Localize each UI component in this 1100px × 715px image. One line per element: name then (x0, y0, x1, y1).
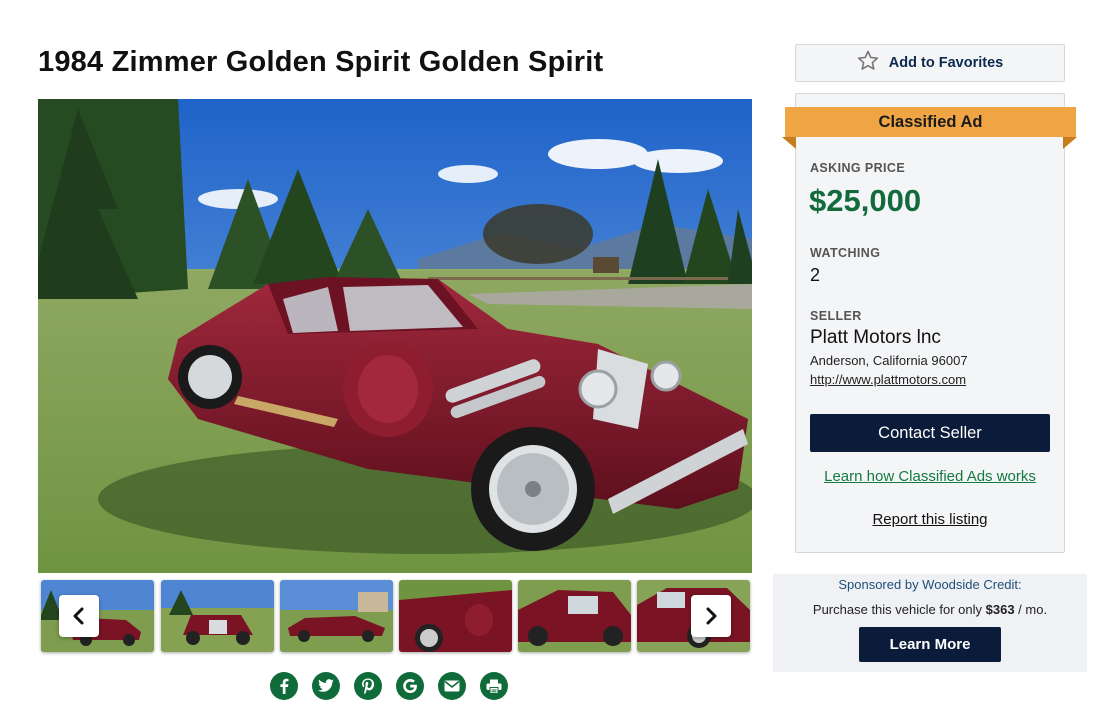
financing-sponsor-box: Sponsored by Woodside Credit: Purchase t… (773, 574, 1087, 672)
financing-line: Purchase this vehicle for only $363 / mo… (773, 602, 1087, 617)
add-to-favorites-label: Add to Favorites (888, 55, 1004, 71)
thumbnail-2[interactable] (161, 580, 274, 652)
main-vehicle-photo[interactable] (38, 99, 752, 573)
print-icon[interactable] (480, 672, 508, 700)
chevron-right-icon (704, 607, 718, 625)
classified-ad-ribbon: Classified Ad (785, 107, 1076, 137)
pinterest-icon[interactable] (354, 672, 382, 700)
thumbnail-5[interactable] (518, 580, 631, 652)
share-bar (270, 672, 508, 700)
gallery-next-button[interactable] (691, 595, 731, 637)
watching-label: WATCHING (810, 246, 881, 260)
contact-seller-button[interactable]: Contact Seller (810, 414, 1050, 452)
asking-price-value: $25,000 (809, 183, 922, 218)
asking-price-label: ASKING PRICE (810, 161, 906, 175)
sponsor-title: Sponsored by Woodside Credit: (838, 577, 1022, 592)
seller-website-link[interactable]: http://www.plattmotors.com (810, 372, 966, 387)
chevron-left-icon (72, 607, 86, 625)
seller-location: Anderson, California 96007 (810, 353, 968, 368)
monthly-payment-amount: $363 (985, 602, 1015, 617)
financing-suffix: / mo. (1018, 602, 1048, 617)
seller-label: SELLER (810, 309, 862, 323)
financing-prefix: Purchase this vehicle for only (812, 602, 982, 617)
report-listing-link[interactable]: Report this listing (795, 511, 1065, 528)
star-outline-icon (857, 50, 879, 76)
learn-classified-ads-link[interactable]: Learn how Classified Ads works (795, 468, 1065, 485)
learn-more-button[interactable]: Learn More (859, 627, 1001, 662)
ribbon-tail-right (1063, 137, 1077, 149)
seller-name: Platt Motors lnc (810, 327, 941, 348)
thumbnail-strip (41, 580, 750, 652)
facebook-icon[interactable] (270, 672, 298, 700)
thumbnail-4[interactable] (399, 580, 512, 652)
watching-count: 2 (810, 265, 821, 285)
twitter-icon[interactable] (312, 672, 340, 700)
email-icon[interactable] (438, 672, 466, 700)
ribbon-tail-left (782, 137, 796, 149)
gallery-prev-button[interactable] (59, 595, 99, 637)
google-icon[interactable] (396, 672, 424, 700)
thumbnail-3[interactable] (280, 580, 393, 652)
add-to-favorites-button[interactable]: Add to Favorites (795, 44, 1065, 82)
listing-title: 1984 Zimmer Golden Spirit Golden Spirit (38, 46, 604, 78)
